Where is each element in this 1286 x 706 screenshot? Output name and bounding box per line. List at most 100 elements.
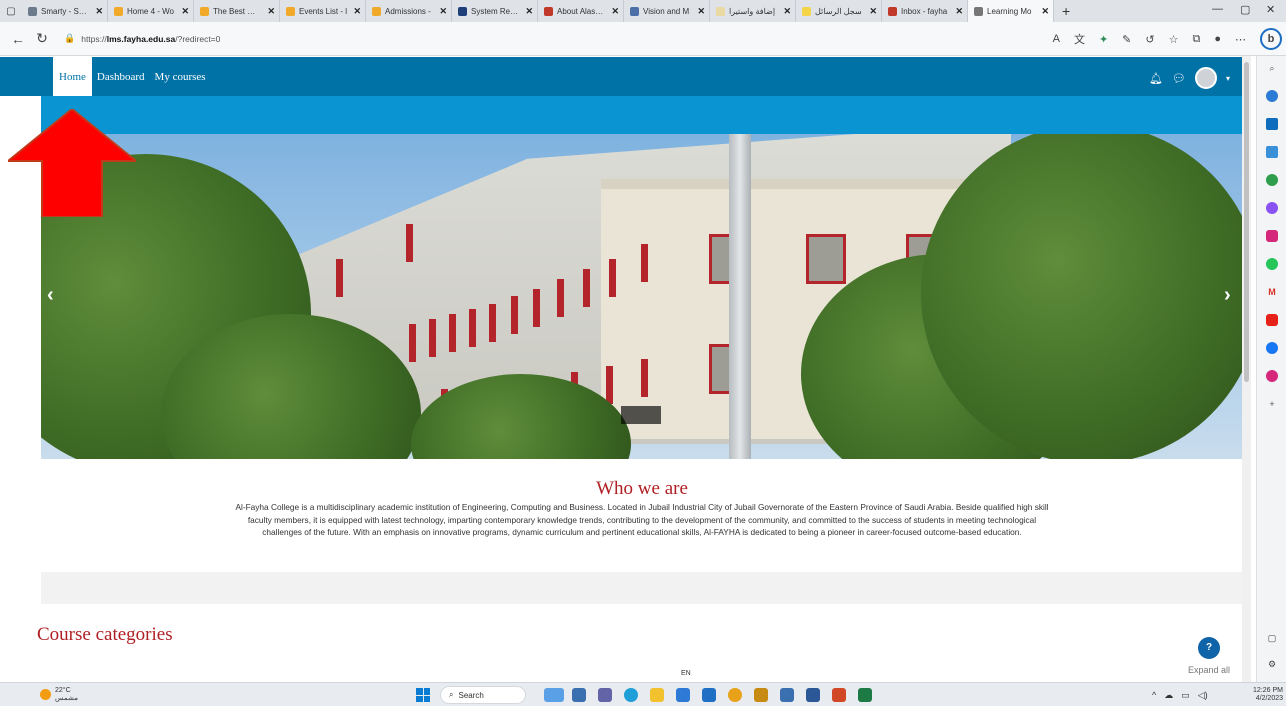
tab-close-icon[interactable]: ✕: [955, 6, 963, 17]
read-aloud-icon[interactable]: A: [1053, 33, 1060, 45]
settings-icon[interactable]: ⚙: [1266, 658, 1278, 670]
carousel-prev-button[interactable]: ‹: [47, 284, 54, 307]
collections-icon[interactable]: ⧉: [1192, 33, 1200, 46]
browser-tab[interactable]: Admissions - ✕: [366, 0, 452, 22]
outlook-icon[interactable]: [1266, 118, 1278, 130]
browser-tab[interactable]: إضافة واستيرا ✕: [710, 0, 796, 22]
browser-tab[interactable]: The Best Wor ✕: [194, 0, 280, 22]
profile-icon[interactable]: ●: [1214, 33, 1221, 45]
translate-icon[interactable]: 文: [1074, 31, 1085, 47]
help-button[interactable]: ?: [1198, 637, 1220, 659]
favorite-icon[interactable]: ☆: [1169, 33, 1179, 46]
browser-tab[interactable]: سجل الرسائل ✕: [796, 0, 882, 22]
weather-sun-icon[interactable]: [40, 689, 51, 700]
volume-icon[interactable]: ◁): [1198, 690, 1208, 701]
notification-bell-icon[interactable]: 🔔︎: [1149, 72, 1163, 85]
scrollbar-thumb[interactable]: [1244, 62, 1249, 382]
bing-icon[interactable]: b: [1260, 28, 1282, 50]
close-window-icon[interactable]: ✕: [1266, 3, 1275, 16]
youtube-icon[interactable]: [1266, 314, 1278, 326]
games-icon[interactable]: [1266, 174, 1278, 186]
add-icon[interactable]: +: [1266, 398, 1278, 410]
tools-icon[interactable]: [1266, 146, 1278, 158]
messenger-icon[interactable]: [1266, 202, 1278, 214]
gmail-icon[interactable]: M: [1266, 286, 1278, 298]
meet-icon[interactable]: [598, 688, 612, 702]
tab-close-icon[interactable]: ✕: [353, 6, 361, 17]
gray-band: [41, 572, 1242, 604]
edge-sidebar: ⌕ M + ▢ ⚙: [1256, 56, 1286, 682]
pen-icon[interactable]: ✎: [1122, 33, 1131, 46]
shopping-icon[interactable]: [1266, 90, 1278, 102]
nav-home[interactable]: Home: [53, 57, 92, 96]
whatsapp-icon[interactable]: [1266, 258, 1278, 270]
tab-close-icon[interactable]: ✕: [1041, 6, 1049, 17]
folder-icon[interactable]: [650, 688, 664, 702]
facebook-icon[interactable]: [1266, 342, 1278, 354]
nav-my-courses[interactable]: My courses: [150, 57, 211, 96]
restore-icon[interactable]: ▢: [1240, 3, 1250, 16]
new-tab-button[interactable]: +: [1054, 3, 1078, 19]
window: [641, 244, 648, 282]
calculator-icon[interactable]: [780, 688, 794, 702]
instagram-icon[interactable]: [1266, 230, 1278, 242]
tab-close-icon[interactable]: ✕: [697, 6, 705, 17]
chevron-down-icon[interactable]: ▾: [1226, 74, 1230, 83]
minimize-icon[interactable]: —: [1212, 3, 1223, 15]
browser-tab[interactable]: Inbox - fayha ✕: [882, 0, 968, 22]
tab-title: Home 4 - Wo: [127, 6, 174, 16]
app-icon[interactable]: [1266, 370, 1278, 382]
refresh-icon[interactable]: ↻: [30, 30, 54, 47]
messages-icon[interactable]: 💬︎: [1172, 72, 1186, 85]
sticky-notes-icon[interactable]: [754, 688, 768, 702]
tab-close-icon[interactable]: ✕: [181, 6, 189, 17]
chevron-up-icon[interactable]: ^: [1152, 690, 1156, 701]
tab-close-icon[interactable]: ✕: [611, 6, 619, 17]
browser-tab[interactable]: Learning Mo ✕: [968, 0, 1054, 22]
more-icon[interactable]: ⋯: [1235, 33, 1246, 46]
url-field[interactable]: 🔒 https://lms.fayha.edu.sa/?redirect=0: [64, 33, 220, 44]
search-icon[interactable]: ⌕: [1266, 62, 1278, 74]
carousel-indicator[interactable]: [621, 406, 661, 424]
window: [511, 296, 518, 334]
tab-close-icon[interactable]: ✕: [869, 6, 877, 17]
mail-icon[interactable]: [702, 688, 716, 702]
avatar[interactable]: [1194, 67, 1217, 89]
page-scrollbar[interactable]: [1242, 56, 1251, 682]
word-icon[interactable]: [806, 688, 820, 702]
browser-tab[interactable]: Smarty - Scho ✕: [22, 0, 108, 22]
language-indicator[interactable]: EN: [681, 670, 691, 677]
sidebar-toggle-icon[interactable]: ▢: [1266, 632, 1278, 644]
browser-tab[interactable]: Vision and M ✕: [624, 0, 710, 22]
widgets-icon[interactable]: [544, 688, 564, 702]
tab-close-icon[interactable]: ✕: [439, 6, 447, 17]
chrome-icon[interactable]: [728, 688, 742, 702]
nav-dashboard[interactable]: Dashboard: [92, 57, 150, 96]
refresh-extension-icon[interactable]: ↺: [1145, 33, 1154, 46]
tab-close-icon[interactable]: ✕: [267, 6, 275, 17]
edge-icon[interactable]: [624, 688, 638, 702]
tab-close-icon[interactable]: ✕: [525, 6, 533, 17]
extension-icon[interactable]: ✦: [1099, 33, 1108, 46]
taskbar-clock[interactable]: 12:26 PM 4/2/2023: [1243, 687, 1283, 703]
browser-tab[interactable]: Home 4 - Wo ✕: [108, 0, 194, 22]
excel-icon[interactable]: [858, 688, 872, 702]
windows-start-icon[interactable]: [416, 688, 430, 702]
weather-widget[interactable]: 22°C مشمس: [55, 687, 78, 703]
carousel-next-button[interactable]: ›: [1224, 284, 1231, 307]
browser-tab[interactable]: Events List - l ✕: [280, 0, 366, 22]
browser-tab[interactable]: About Alasala ✕: [538, 0, 624, 22]
back-icon[interactable]: ←: [6, 31, 30, 47]
tab-close-icon[interactable]: ✕: [95, 6, 103, 17]
onedrive-icon[interactable]: ☁: [1164, 690, 1173, 701]
browser-tab[interactable]: System Recor ✕: [452, 0, 538, 22]
network-icon[interactable]: ▭: [1181, 690, 1190, 701]
powerpoint-icon[interactable]: [832, 688, 846, 702]
file-explorer-icon[interactable]: [572, 688, 586, 702]
expand-all-link[interactable]: Expand all: [1188, 665, 1230, 675]
taskbar-search[interactable]: ⌕ Search: [440, 686, 526, 704]
tab-actions-icon[interactable]: ▢: [0, 6, 22, 17]
tab-close-icon[interactable]: ✕: [783, 6, 791, 17]
store-icon[interactable]: [676, 688, 690, 702]
window: [806, 234, 846, 284]
